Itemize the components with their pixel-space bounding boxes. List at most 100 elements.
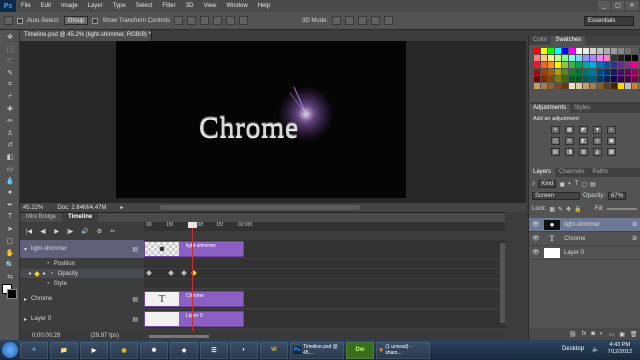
- swatch-color[interactable]: [618, 55, 624, 61]
- swatch-color[interactable]: [611, 62, 617, 68]
- swatch-color[interactable]: [597, 48, 603, 54]
- desktop-toolbar-label[interactable]: Desktop: [562, 346, 584, 352]
- app4-task-icon[interactable]: ◐: [230, 341, 258, 359]
- menu-help[interactable]: Help: [253, 3, 275, 9]
- explorer-task-icon[interactable]: 📁: [50, 341, 78, 359]
- wow-task-icon[interactable]: W: [260, 341, 288, 359]
- swatch-color[interactable]: [604, 62, 610, 68]
- split-icon[interactable]: ✂: [110, 228, 115, 235]
- swatch-color[interactable]: [548, 55, 554, 61]
- fx-badge[interactable]: fx: [632, 236, 637, 242]
- swatch-color[interactable]: [555, 62, 561, 68]
- swatch-color[interactable]: [534, 48, 540, 54]
- add-mask-icon[interactable]: ◙: [591, 331, 595, 337]
- new-group-icon[interactable]: ▭: [609, 331, 615, 338]
- swatch-color[interactable]: [548, 62, 554, 68]
- swatch-color[interactable]: [597, 62, 603, 68]
- tab-layers[interactable]: Layers: [529, 168, 556, 177]
- swatch-color[interactable]: [569, 83, 575, 89]
- timeline-vertical-scrollbar[interactable]: [500, 243, 505, 323]
- property-track[interactable]: [144, 259, 505, 268]
- swatch-color[interactable]: [590, 69, 596, 75]
- keyframe-nav-prev-icon[interactable]: ◂: [28, 270, 31, 277]
- swatch-color[interactable]: [555, 69, 561, 75]
- swatch-color[interactable]: [569, 62, 575, 68]
- swatch-color[interactable]: [611, 55, 617, 61]
- channel-mixer-icon[interactable]: ▣: [607, 137, 616, 145]
- tab-channels[interactable]: Channels: [555, 168, 588, 177]
- swatch-color[interactable]: [625, 76, 631, 82]
- blend-mode-dropdown[interactable]: Screen: [532, 192, 580, 200]
- keyframe-diamond-icon[interactable]: [34, 270, 40, 277]
- timeline-row-opacity[interactable]: ◂ ▸ ◔ Opacity: [20, 269, 505, 278]
- swatch-color[interactable]: [555, 83, 561, 89]
- menu-layer[interactable]: Layer: [83, 3, 108, 9]
- 3d-roll-icon[interactable]: [345, 16, 355, 25]
- new-layer-icon[interactable]: ▣: [619, 331, 625, 338]
- swatch-color[interactable]: [611, 48, 617, 54]
- media-player-task-icon[interactable]: ▶: [80, 341, 108, 359]
- photoshop-task[interactable]: Ps Timeline.psd @ 45...: [290, 341, 344, 359]
- filter-type-icon[interactable]: T: [575, 181, 579, 187]
- swatch-color[interactable]: [590, 48, 596, 54]
- filter-adjust-icon[interactable]: ◐: [568, 181, 572, 187]
- align-top-icon[interactable]: [174, 16, 184, 25]
- menu-edit[interactable]: Edit: [36, 3, 56, 9]
- eyedropper-tool-icon[interactable]: ⌿: [2, 91, 18, 102]
- dodge-tool-icon[interactable]: ●: [2, 187, 18, 198]
- visibility-eye-icon[interactable]: 👁: [532, 249, 540, 256]
- swatch-color[interactable]: [534, 62, 540, 68]
- film-icon[interactable]: ▤: [132, 316, 138, 323]
- swatch-color[interactable]: [618, 48, 624, 54]
- brightness-contrast-icon[interactable]: ☀: [551, 126, 560, 134]
- lock-position-icon[interactable]: ✥: [566, 206, 571, 213]
- swatch-color[interactable]: [618, 62, 624, 68]
- swatch-color[interactable]: [611, 69, 617, 75]
- menu-filter[interactable]: Filter: [157, 3, 180, 9]
- swatch-color[interactable]: [632, 62, 638, 68]
- swatch-color[interactable]: [569, 76, 575, 82]
- keyframe-nav-next-icon[interactable]: ▸: [43, 270, 46, 277]
- volume-icon[interactable]: 🔈: [592, 346, 599, 353]
- menu-window[interactable]: Window: [221, 3, 252, 9]
- menu-image[interactable]: Image: [56, 3, 83, 9]
- timeline-layer-label[interactable]: ▸ Layer 0 ▤: [20, 310, 144, 328]
- swatch-color[interactable]: [562, 62, 568, 68]
- property-track[interactable]: [144, 279, 505, 288]
- swatch-color[interactable]: [590, 83, 596, 89]
- swatch-color[interactable]: [534, 55, 540, 61]
- keyframe[interactable]: [168, 270, 174, 276]
- swatch-color[interactable]: [604, 69, 610, 75]
- threshold-icon[interactable]: ▥: [579, 148, 588, 156]
- tab-swatches[interactable]: Swatches: [551, 36, 586, 45]
- zoom-slider[interactable]: [149, 334, 210, 338]
- swatch-color[interactable]: [590, 62, 596, 68]
- stopwatch-icon[interactable]: ◔: [46, 281, 50, 287]
- swatch-color[interactable]: [562, 48, 568, 54]
- align-center-icon[interactable]: [226, 16, 236, 25]
- vibrance-icon[interactable]: ◐: [607, 126, 616, 134]
- swatch-color[interactable]: [583, 48, 589, 54]
- align-left-icon[interactable]: [213, 16, 223, 25]
- close-button[interactable]: ✕: [626, 1, 638, 10]
- levels-icon[interactable]: ▦: [565, 126, 574, 134]
- healing-brush-tool-icon[interactable]: ✚: [2, 103, 18, 114]
- swatch-color[interactable]: [555, 76, 561, 82]
- opacity-input[interactable]: 87%: [608, 192, 627, 200]
- swatch-color[interactable]: [597, 83, 603, 89]
- layer-item-layer0[interactable]: 👁 Layer 0: [529, 246, 640, 260]
- timeline-track[interactable]: Layer 0: [144, 310, 505, 328]
- swatch-color[interactable]: [583, 76, 589, 82]
- swatch-color[interactable]: [590, 55, 596, 61]
- swatch-color[interactable]: [541, 76, 547, 82]
- invert-icon[interactable]: ▤: [551, 148, 560, 156]
- settings-gear-icon[interactable]: ⚙: [97, 228, 102, 235]
- curves-icon[interactable]: ◩: [579, 126, 588, 134]
- swatch-color[interactable]: [576, 62, 582, 68]
- 3d-pan-icon[interactable]: [358, 16, 368, 25]
- playhead-handle[interactable]: [188, 222, 197, 228]
- color-swatches[interactable]: [2, 284, 18, 300]
- new-adjustment-icon[interactable]: ◐: [600, 331, 604, 337]
- timeline-row-light-shimmer[interactable]: ▾ light-shimmer ▤ ● light-shimmer: [20, 240, 505, 258]
- start-button[interactable]: [2, 342, 18, 358]
